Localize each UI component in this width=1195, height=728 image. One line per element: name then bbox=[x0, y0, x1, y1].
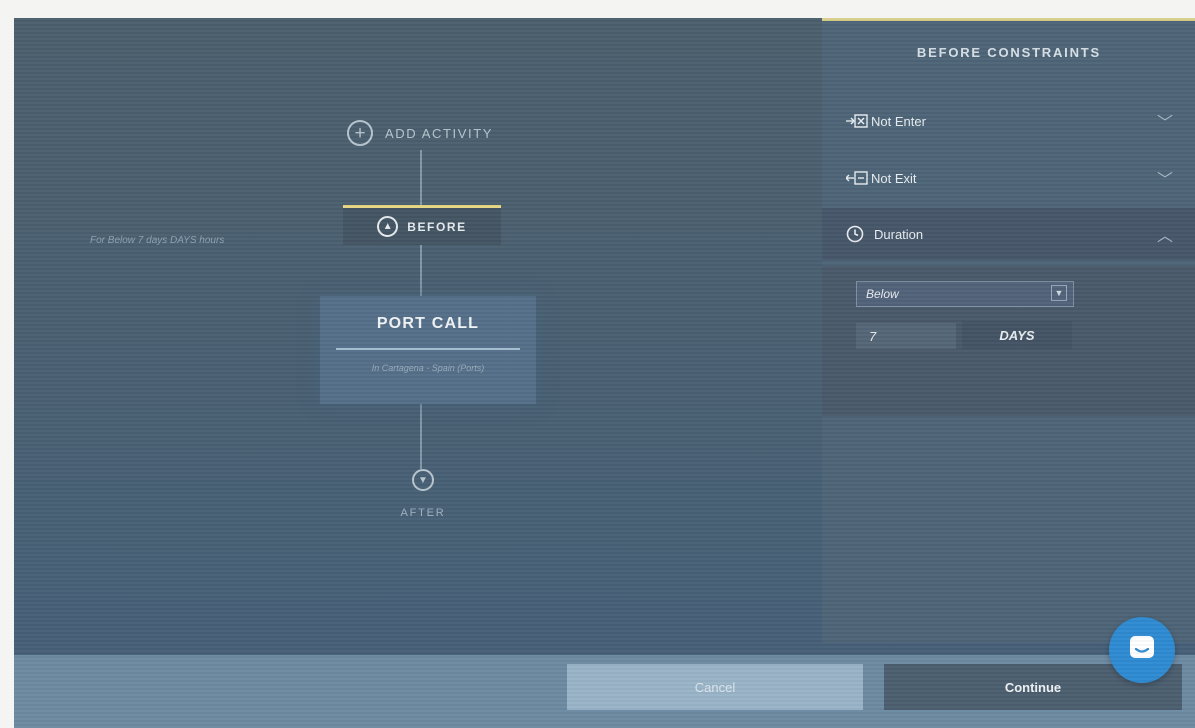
constraint-label-not-exit: Not Exit bbox=[871, 170, 917, 186]
flow-connector-top bbox=[420, 150, 422, 205]
panel-accent-bar bbox=[822, 18, 1195, 21]
chevron-down-icon: ﹀ bbox=[1156, 172, 1173, 189]
constraint-row-not-exit[interactable]: Not Exit ﹀ bbox=[822, 152, 1195, 204]
plus-icon: + bbox=[347, 120, 373, 146]
clock-icon bbox=[846, 225, 864, 243]
activity-subtitle: In Cartagena - Spain (Ports) bbox=[371, 363, 485, 373]
chevron-down-icon: ﹀ bbox=[1156, 115, 1173, 132]
duration-comparator-value: Below bbox=[866, 287, 899, 301]
chevron-down-icon: ▼ bbox=[418, 474, 428, 486]
flow-connector-bottom bbox=[420, 404, 422, 469]
activity-title: PORT CALL bbox=[376, 315, 480, 332]
before-tab-label: BEFORE bbox=[407, 219, 467, 234]
duration-settings: Below ▼ 7 DAYS bbox=[822, 266, 1195, 416]
flow-connector-middle bbox=[420, 245, 422, 296]
cancel-button[interactable]: Cancel bbox=[567, 664, 863, 710]
after-label: AFTER bbox=[400, 507, 446, 519]
chat-icon bbox=[1127, 633, 1157, 668]
activity-divider bbox=[336, 348, 520, 350]
not-exit-icon bbox=[846, 171, 868, 185]
constraint-label-duration: Duration bbox=[874, 226, 924, 242]
constraint-summary: For Below 7 days DAYS hours bbox=[90, 235, 225, 246]
before-tab[interactable]: ▲ BEFORE bbox=[343, 205, 501, 245]
duration-comparator-select[interactable]: Below ▼ bbox=[856, 281, 1074, 307]
chevron-up-icon: ▲ bbox=[377, 216, 399, 237]
activity-card[interactable]: PORT CALL In Cartagena - Spain (Ports) bbox=[320, 296, 536, 404]
chevron-down-icon: ▼ bbox=[1051, 285, 1067, 301]
chevron-up-icon: ︿ bbox=[1156, 228, 1173, 245]
constraint-row-duration[interactable]: Duration ︿ bbox=[822, 208, 1195, 260]
panel-title: BEFORE CONSTRAINTS bbox=[916, 45, 1101, 60]
constraint-label-not-enter: Not Enter bbox=[871, 113, 926, 129]
screen: + ADD ACTIVITY For Below 7 days DAYS hou… bbox=[14, 18, 1195, 728]
constraints-panel: BEFORE CONSTRAINTS Not Enter ﹀ Not Exit … bbox=[822, 18, 1195, 643]
not-enter-icon bbox=[846, 114, 868, 128]
chat-button[interactable] bbox=[1109, 617, 1175, 683]
constraint-row-not-enter[interactable]: Not Enter ﹀ bbox=[822, 95, 1195, 147]
add-activity-label: ADD ACTIVITY bbox=[385, 125, 494, 141]
duration-value-input[interactable]: 7 bbox=[856, 323, 956, 349]
add-activity-button[interactable]: + ADD ACTIVITY bbox=[347, 120, 493, 146]
duration-unit-selector[interactable]: DAYS bbox=[962, 321, 1072, 349]
after-toggle-button[interactable]: ▼ bbox=[412, 469, 434, 491]
